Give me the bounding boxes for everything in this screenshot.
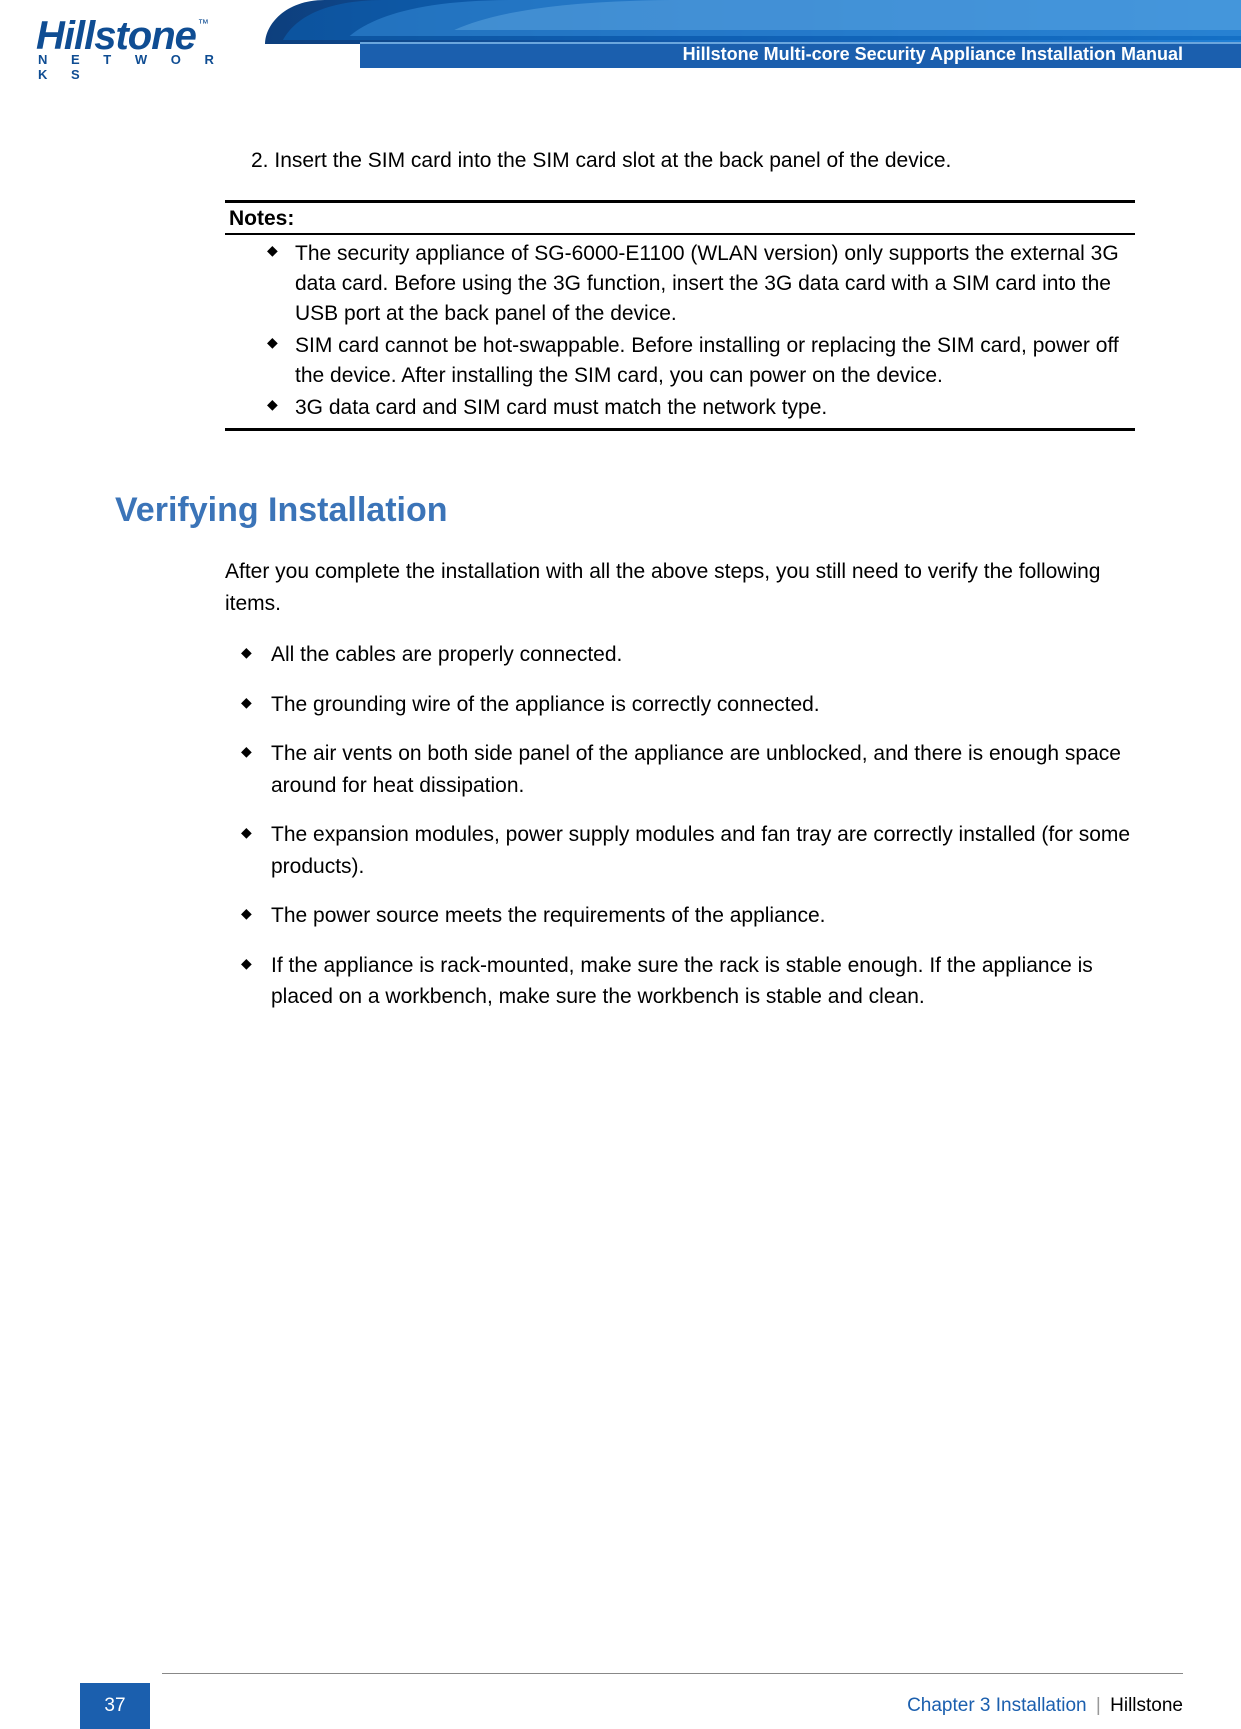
- verify-item: The expansion modules, power supply modu…: [271, 819, 1135, 882]
- notes-heading: Notes:: [225, 203, 1135, 235]
- verify-item: The power source meets the requirements …: [271, 900, 1135, 932]
- step-number: 2.: [251, 149, 269, 172]
- step-text: Insert the SIM card into the SIM card sl…: [274, 149, 951, 172]
- notes-item: 3G data card and SIM card must match the…: [295, 393, 1129, 423]
- brand-logo: Hillstone™ N E T W O R K S: [36, 18, 251, 82]
- page-content: 2. Insert the SIM card into the SIM card…: [225, 146, 1135, 1031]
- verify-item: If the appliance is rack-mounted, make s…: [271, 950, 1135, 1013]
- verify-list: All the cables are properly connected. T…: [225, 639, 1135, 1013]
- notes-item: The security appliance of SG-6000-E1100 …: [295, 239, 1129, 328]
- footer-text: Chapter 3 Installation | Hillstone: [907, 1695, 1183, 1717]
- verify-item: All the cables are properly connected.: [271, 639, 1135, 671]
- section-intro: After you complete the installation with…: [225, 556, 1135, 619]
- notes-box: Notes: The security appliance of SG-6000…: [225, 200, 1135, 431]
- brand-logo-text: Hillstone™: [36, 18, 251, 54]
- footer-chapter: Chapter 3 Installation: [907, 1695, 1087, 1716]
- notes-item: SIM card cannot be hot-swappable. Before…: [295, 331, 1129, 391]
- logo-main-text: Hillstone: [36, 14, 196, 58]
- page-number: 37: [80, 1683, 150, 1729]
- page-footer: 37 Chapter 3 Installation | Hillstone: [0, 1683, 1241, 1729]
- footer-separator: |: [1096, 1695, 1101, 1716]
- page-header: Hillstone™ N E T W O R K S Hillstone Mul…: [0, 0, 1241, 66]
- trademark-symbol: ™: [198, 18, 208, 30]
- footer-rule: [162, 1673, 1183, 1674]
- notes-list: The security appliance of SG-6000-E1100 …: [225, 239, 1135, 422]
- numbered-step: 2. Insert the SIM card into the SIM card…: [251, 146, 1135, 176]
- verify-item: The grounding wire of the appliance is c…: [271, 689, 1135, 721]
- footer-brand: Hillstone: [1110, 1695, 1183, 1716]
- document-title: Hillstone Multi-core Security Appliance …: [683, 44, 1183, 65]
- section-heading: Verifying Installation: [115, 491, 1135, 530]
- verify-item: The air vents on both side panel of the …: [271, 738, 1135, 801]
